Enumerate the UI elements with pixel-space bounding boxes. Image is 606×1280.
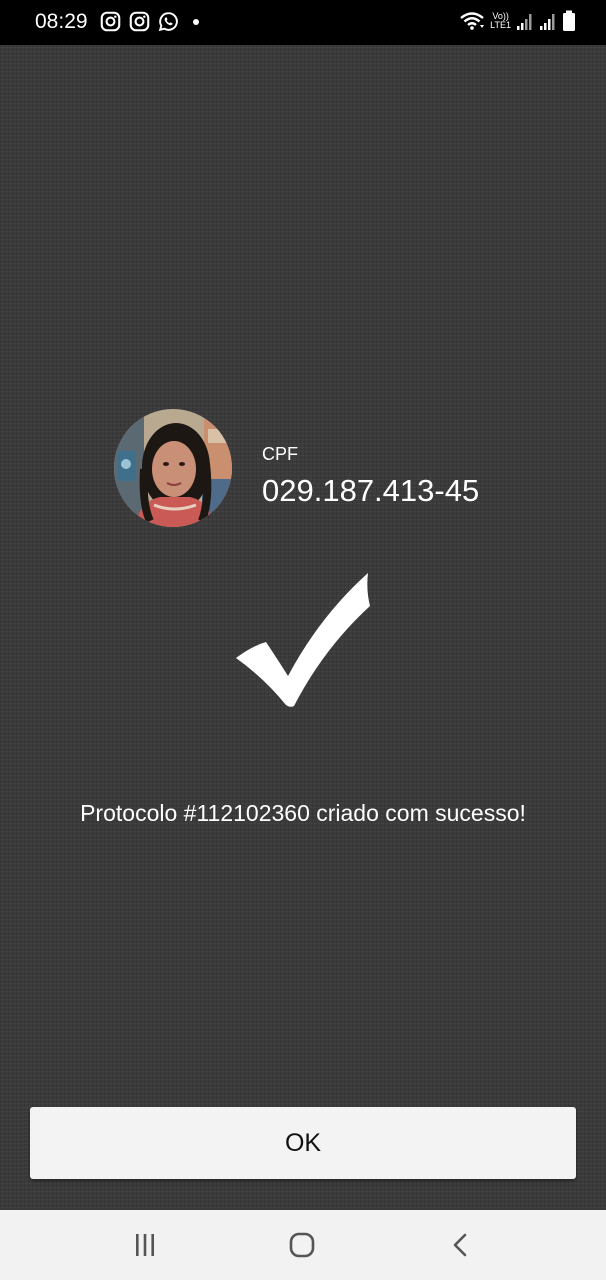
signal-icon <box>517 14 532 30</box>
status-icons-left <box>100 11 199 32</box>
back-button[interactable] <box>444 1228 478 1262</box>
back-icon <box>453 1233 467 1257</box>
recent-apps-icon <box>136 1234 154 1256</box>
wifi-icon <box>460 12 485 30</box>
whatsapp-icon <box>158 12 178 32</box>
home-icon <box>289 1232 315 1258</box>
volte-lte-icon: Vo)) LTE1 <box>490 12 511 30</box>
lte-label-bottom: LTE1 <box>490 20 511 30</box>
status-time: 08:29 <box>35 10 88 33</box>
signal-icon <box>540 14 555 30</box>
instagram-icon <box>129 11 150 32</box>
battery-icon <box>563 10 575 31</box>
status-bar: 08:29 Vo)) LTE1 <box>0 0 606 45</box>
avatar <box>114 409 232 527</box>
cpf-label: CPF <box>262 444 298 464</box>
ok-button[interactable]: OK <box>30 1107 576 1179</box>
success-message: Protocolo #112102360 criado com sucesso! <box>80 800 526 826</box>
home-button[interactable] <box>285 1228 319 1262</box>
notification-dot-icon <box>193 18 199 25</box>
cpf-value: 029.187.413-45 <box>262 473 480 508</box>
checkmark-icon <box>236 573 370 707</box>
status-icons-right: Vo)) LTE1 <box>459 10 576 32</box>
avatar-photo <box>114 409 232 527</box>
recent-apps-button[interactable] <box>128 1228 162 1262</box>
navigation-bar <box>0 1210 606 1280</box>
instagram-icon <box>100 11 121 32</box>
